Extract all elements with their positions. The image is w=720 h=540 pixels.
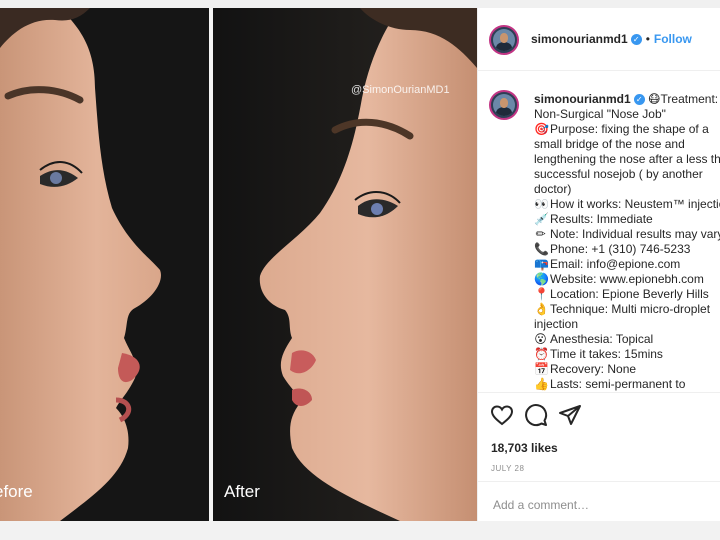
caption-first-line: simonourianmd1 ✓ 😷Treatment: — [534, 92, 720, 107]
before-label: efore — [0, 482, 33, 501]
caption-line-text: Email: info@epione.com — [550, 257, 681, 271]
caption-emoji-icon: 📪 — [534, 257, 549, 271]
caption-line-text: Lasts: semi-permanent to — [550, 377, 686, 391]
caption-line: 👌Technique: Multi micro-droplet — [534, 302, 720, 317]
caption-emoji-icon: 📅 — [534, 362, 549, 376]
caption-emoji-icon: 👀 — [534, 197, 549, 211]
caption-emoji-icon: ⏰ — [534, 347, 549, 361]
image-divider — [209, 8, 213, 521]
caption-line: 👀How it works: Neustem™ injection — [534, 197, 720, 212]
caption-line: lengthening the nose after a less than — [534, 152, 720, 167]
header-user-row: simonourianmd1 ✓ • Follow — [531, 32, 692, 46]
share-icon[interactable] — [558, 403, 582, 427]
caption-line: doctor) — [534, 182, 720, 197]
caption-verified-badge-icon: ✓ — [633, 94, 645, 106]
caption-line: ⏰Time it takes: 15mins — [534, 347, 720, 362]
caption-line: small bridge of the nose and — [534, 137, 720, 152]
caption-line: 👍Lasts: semi-permanent to — [534, 377, 720, 392]
follow-button[interactable]: Follow — [654, 32, 692, 46]
caption-line-text: doctor) — [534, 182, 572, 196]
header-username[interactable]: simonourianmd1 — [531, 32, 628, 46]
caption-line-text: Location: Epione Beverly Hills — [550, 287, 709, 301]
caption-line-text: Website: www.epionebh.com — [550, 272, 704, 286]
caption-emoji-icon: 📞 — [534, 242, 549, 256]
caption-line: 😷Treatment: — [648, 92, 719, 106]
caption-line: 📍Location: Epione Beverly Hills — [534, 287, 720, 302]
caption-line: 😮 Anesthesia: Topical — [534, 332, 720, 347]
caption-emoji-icon: 💉 — [534, 212, 549, 226]
caption-line-text: Results: Immediate — [550, 212, 653, 226]
caption-emoji-icon: 😮 — [534, 332, 547, 346]
caption-line: successful nosejob ( by another — [534, 167, 720, 182]
caption-line: 🎯Purpose: fixing the shape of a — [534, 122, 720, 137]
verified-badge-icon: ✓ — [630, 34, 642, 46]
post-header: simonourianmd1 ✓ • Follow — [478, 8, 720, 71]
caption-line: ✏ Note: Individual results may vary — [534, 227, 720, 242]
likes-count[interactable]: 18,703 likes — [491, 441, 558, 455]
image-watermark: @SimonOurianMD1 — [351, 84, 450, 96]
caption-emoji-icon: ✏ — [535, 227, 546, 241]
caption-line: 🌎Website: www.epionebh.com — [534, 272, 720, 287]
caption-line-text: Time it takes: 15mins — [550, 347, 663, 361]
caption-line: 📞Phone: +1 (310) 746-5233 — [534, 242, 720, 257]
caption-line-text: Purpose: fixing the shape of a — [550, 122, 709, 136]
caption-line: 📅Recovery: None — [534, 362, 720, 377]
caption-avatar[interactable] — [489, 90, 519, 120]
caption-line-text: Technique: Multi micro-droplet — [550, 302, 711, 316]
heart-icon[interactable] — [490, 403, 514, 427]
caption-scroll-area[interactable]: simonourianmd1 ✓ 😷Treatment: Non-Surgical… — [478, 71, 720, 392]
caption-line-text: successful nosejob ( by another — [534, 167, 703, 181]
post-date[interactable]: JULY 28 — [491, 464, 524, 473]
caption-line-text: Recovery: None — [550, 362, 637, 376]
window-bottom-bar — [0, 521, 720, 540]
window-top-bar — [0, 0, 720, 8]
caption-line-text: injection — [534, 317, 579, 331]
caption-line: 💉Results: Immediate — [534, 212, 720, 227]
after-label: After — [224, 482, 260, 501]
caption-line-text: Phone: +1 (310) 746-5233 — [550, 242, 691, 256]
caption-line-text: small bridge of the nose and — [534, 137, 685, 151]
caption-line-text: Note: Individual results may vary — [550, 227, 720, 241]
caption-username[interactable]: simonourianmd1 — [534, 92, 631, 106]
caption-emoji-icon: 🎯 — [534, 122, 549, 136]
caption-line: injection — [534, 317, 720, 332]
caption-line-text: Anesthesia: Topical — [550, 332, 654, 346]
caption-emoji-icon: 📍 — [534, 287, 549, 301]
caption-line-text: How it works: Neustem™ injection — [550, 197, 720, 211]
caption-line-text: lengthening the nose after a less than — [534, 152, 720, 166]
caption-line: 📪Email: info@epione.com — [534, 257, 720, 272]
separator-dot: • — [645, 32, 650, 46]
caption-text: simonourianmd1 ✓ 😷Treatment: Non-Surgical… — [534, 92, 720, 392]
comment-input[interactable] — [491, 497, 695, 513]
caption-emoji-icon: 👍 — [534, 377, 549, 391]
caption-line: Non-Surgical "Nose Job" — [534, 107, 720, 122]
comment-icon[interactable] — [524, 403, 548, 427]
caption-emoji-icon: 👌 — [534, 302, 549, 316]
avatar[interactable] — [489, 25, 519, 55]
post-image[interactable]: @SimonOurianMD1 efore After — [0, 8, 477, 521]
post-side-panel: simonourianmd1 ✓ • Follow simonourianmd1 ✓ 😷… — [477, 8, 720, 521]
post-actions: 18,703 likes JULY 28 — [478, 392, 720, 529]
caption-emoji-icon: 🌎 — [534, 272, 549, 286]
caption-line-text: Non-Surgical "Nose Job" — [534, 107, 666, 121]
